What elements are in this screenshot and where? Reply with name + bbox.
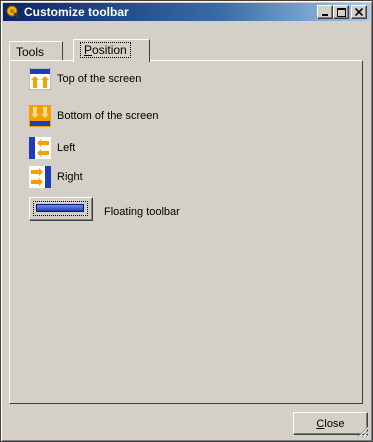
window-title: Customize toolbar [24,5,129,19]
resize-grip-icon[interactable] [357,426,369,438]
tab-position-label: Position [80,42,131,58]
close-button-mnemonic: C [316,417,325,430]
toolbar-bottom-icon [29,105,51,127]
position-option-top[interactable]: Top of the screen [28,67,142,91]
tab-position[interactable]: Position [73,39,150,62]
position-label-left: Left [57,142,76,154]
position-option-right[interactable]: Right [29,166,83,188]
toolbar-top-icon [28,67,52,91]
tab-tools-label: Tools [16,45,45,59]
focus-rect [33,201,88,216]
floating-toolbar-button[interactable] [29,197,93,221]
app-icon [5,4,21,20]
floating-toolbar-label: Floating toolbar [104,206,180,218]
maximize-button[interactable] [333,5,349,19]
position-option-bottom[interactable]: Bottom of the screen [29,105,159,127]
tab-position-rest: osition [92,43,127,57]
position-option-left[interactable]: Left [29,137,75,159]
position-label-top: Top of the screen [57,73,142,85]
close-window-button[interactable] [351,5,367,19]
close-button-rest: lose [324,417,345,430]
minimize-button[interactable] [317,5,333,19]
tab-tools[interactable]: Tools [9,41,63,60]
title-bar[interactable]: Customize toolbar [3,3,370,21]
toolbar-right-icon [29,166,51,188]
position-label-bottom: Bottom of the screen [57,110,159,122]
customize-toolbar-window: Customize toolbar Tools Position Top of … [0,0,373,442]
tab-position-mnemonic: P [84,43,93,57]
toolbar-left-icon [29,137,51,159]
position-label-right: Right [57,171,83,183]
